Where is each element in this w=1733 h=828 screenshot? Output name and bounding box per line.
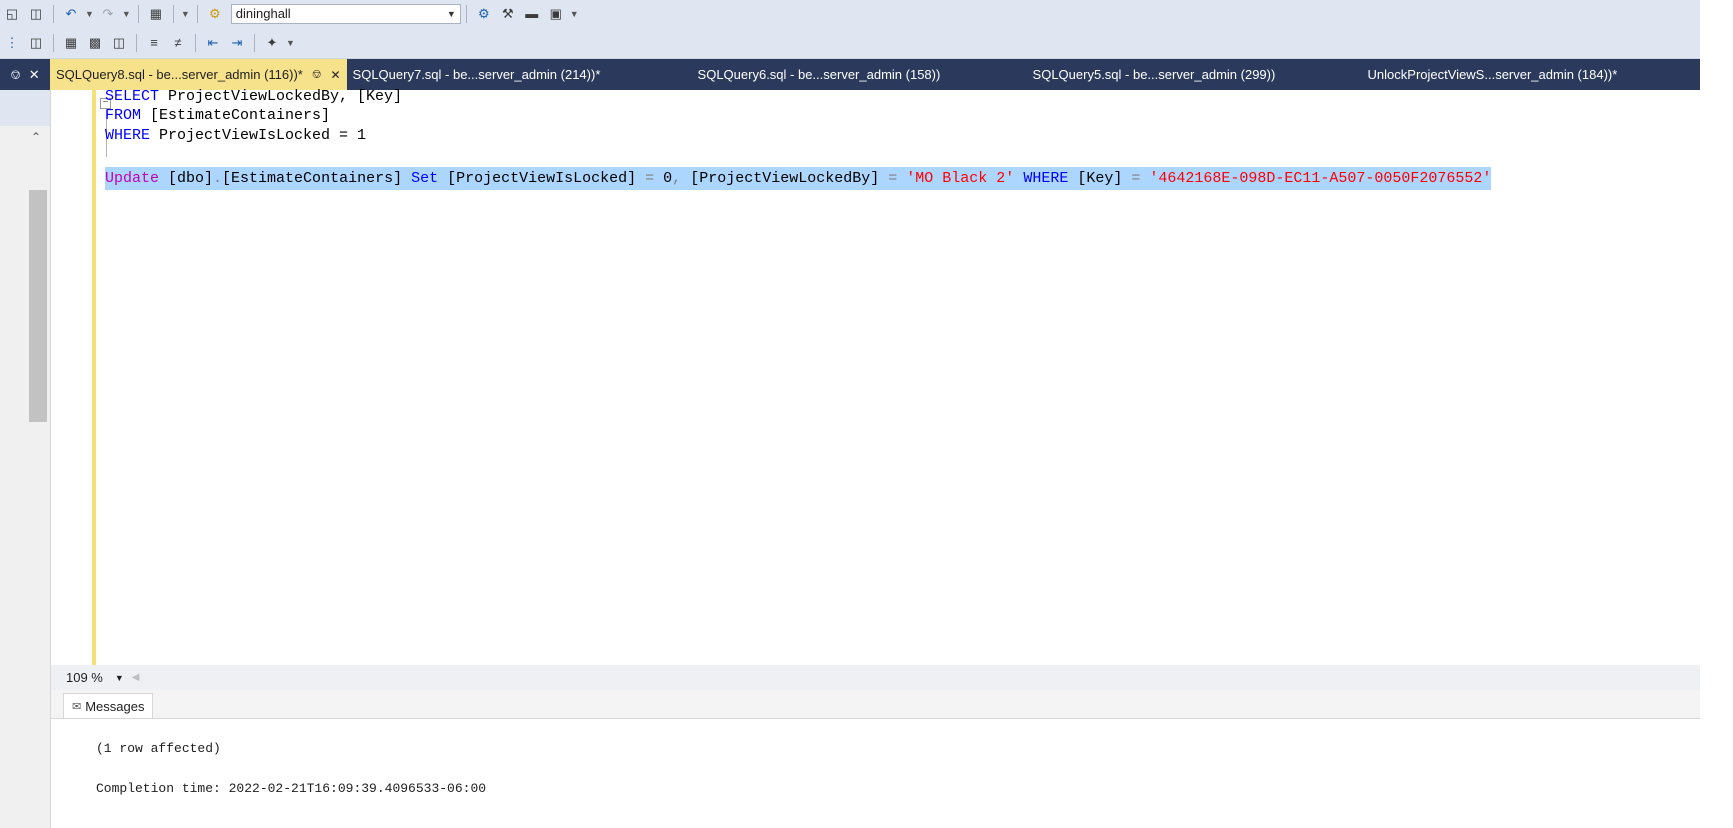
specify-values-icon[interactable]: ✦ — [262, 33, 282, 53]
query-editor[interactable]: − SELECT ProjectViewLockedBy, [Key] FROM… — [51, 88, 1700, 665]
database-select-value: dininghall — [235, 6, 291, 21]
redo-icon[interactable]: ↷ — [98, 4, 118, 24]
sql-text: ProjectViewIsLocked = 1 — [150, 127, 367, 144]
toolbar-separator — [465, 4, 467, 23]
message-line: (1 row affected) — [96, 741, 221, 756]
sql-keyword: WHERE — [1023, 170, 1069, 187]
zoom-level[interactable]: 109 % — [66, 670, 103, 685]
display-plan-icon[interactable]: ⚙ — [474, 4, 494, 24]
sql-keyword: SELECT — [105, 88, 160, 105]
toolbar-separator — [195, 33, 196, 52]
tab-label: SQLQuery5.sql - be...server_admin (299)) — [1032, 67, 1276, 82]
results-tab-strip: ✉ Messages — [51, 690, 1700, 719]
tab-sqlquery6[interactable]: SQLQuery6.sql - be...server_admin (158)) — [692, 59, 1027, 90]
sql-text: ProjectViewLockedBy, [Key] — [159, 88, 403, 105]
chevron-down-icon[interactable]: ▼ — [115, 673, 124, 683]
sql-operator: = — [888, 170, 898, 187]
code-line-3: WHERE ProjectViewIsLocked = 1 — [105, 124, 366, 147]
toolbar-separator — [53, 33, 54, 52]
restore-window-icon[interactable]: ◫ — [26, 4, 46, 24]
change-connection-icon[interactable]: ◫ — [26, 33, 46, 53]
sql-operator: . — [213, 170, 223, 187]
tab-label: Messages — [85, 698, 145, 714]
sql-text: [dbo] — [159, 170, 214, 187]
sql-operator: = — [1131, 170, 1141, 187]
close-icon[interactable]: ✕ — [330, 68, 340, 82]
results-to-text-icon[interactable]: ▦ — [61, 33, 81, 53]
toolbar-query: ⋮ ◫ ▦ ▩ ◫ ≡ ≠ ⇤ ⇥ ✦ ▼ — [0, 27, 1700, 59]
sql-text: [EstimateContainers] — [222, 170, 412, 187]
pin-icon[interactable]: ⎊ — [312, 67, 322, 82]
tool-window-controls: ⎊ ✕ — [0, 59, 50, 90]
redo-dropdown-icon[interactable]: ▼ — [122, 9, 131, 19]
chevron-up-icon[interactable]: ⌃ — [31, 130, 41, 144]
tab-unlockprojectview[interactable]: UnlockProjectViewS...server_admin (184))… — [1362, 59, 1624, 90]
uncomment-lines-icon[interactable]: ≠ — [168, 33, 188, 53]
toolbar-separator — [254, 33, 255, 52]
tab-label: SQLQuery8.sql - be...server_admin (116))… — [56, 67, 303, 82]
undo-icon[interactable]: ↶ — [61, 4, 81, 24]
tab-label: SQLQuery6.sql - be...server_admin (158)) — [697, 67, 941, 82]
results-to-grid-icon[interactable]: ▩ — [85, 33, 105, 53]
sql-keyword: FROM — [105, 107, 142, 124]
database-icon: ⚙ — [208, 5, 221, 21]
tab-label: UnlockProjectViewS...server_admin (184))… — [1367, 67, 1618, 82]
code-line-5: Update [dbo].[EstimateContainers] Set [P… — [105, 167, 1492, 190]
sql-text: [ProjectViewLockedBy] — [681, 170, 889, 187]
tab-label: SQLQuery7.sql - be...server_admin (214))… — [352, 67, 601, 82]
editor-status-bar: 109 % ▼ ◀ — [51, 665, 1700, 690]
sql-text: [ProjectViewIsLocked] — [438, 170, 646, 187]
toolbar-overflow-icon[interactable]: ▼ — [570, 9, 579, 19]
toolbar-separator — [136, 33, 137, 52]
messages-pane[interactable]: (1 row affected) Completion time: 2022-0… — [51, 719, 1700, 828]
toolbar-separator — [137, 4, 139, 23]
toolbar-separator — [53, 4, 54, 23]
tab-sqlquery5[interactable]: SQLQuery5.sql - be...server_admin (299)) — [1027, 59, 1362, 90]
change-tracking-margin — [92, 90, 96, 665]
sql-string: '4642168E-098D-EC11-A507-0050F2076552' — [1149, 170, 1492, 187]
sql-string: 'MO Black 2' — [906, 170, 1015, 187]
object-explorer-edge: ⌃ — [0, 90, 51, 828]
window-icon[interactable]: ▣ — [546, 4, 566, 24]
results-to-file-icon[interactable]: ◫ — [109, 33, 129, 53]
toolbar-top: ◱ ◫ ↶ ▼ ↷ ▼ ▦ ▼ ⚙ dininghall ▼ ⚙ ⚒ ▬ ▣ ▼ — [0, 0, 1700, 27]
results-icon[interactable]: ▦ — [146, 4, 166, 24]
message-line: Completion time: 2022-02-21T16:09:39.409… — [96, 781, 487, 796]
messages-icon: ✉ — [72, 700, 82, 713]
chevron-down-icon[interactable]: ▼ — [447, 9, 456, 19]
increase-indent-icon[interactable]: ⇥ — [227, 33, 247, 53]
new-window-icon[interactable]: ◱ — [2, 4, 22, 24]
sql-text: 0 — [654, 170, 673, 187]
toolbar-dropdown-icon[interactable]: ▼ — [181, 9, 190, 19]
toolbar-separator — [196, 4, 198, 23]
comment-lines-icon[interactable]: ≡ — [144, 33, 164, 53]
sql-operator: , — [672, 170, 682, 187]
sql-keyword: WHERE — [105, 127, 151, 144]
pin-icon[interactable]: ⎊ — [10, 67, 20, 83]
toolbar-overflow-icon[interactable]: ▼ — [286, 38, 295, 48]
object-explorer-scrollbar[interactable] — [29, 190, 47, 422]
connect-icon[interactable]: ⋮ — [2, 33, 22, 53]
tab-messages[interactable]: ✉ Messages — [63, 693, 154, 718]
scroll-left-icon[interactable]: ◀ — [132, 672, 140, 683]
database-select[interactable]: dininghall ▼ — [230, 3, 461, 24]
decrease-indent-icon[interactable]: ⇤ — [203, 33, 223, 53]
sql-keyword: Set — [411, 170, 439, 187]
close-icon[interactable]: ✕ — [29, 67, 40, 83]
toolbar-separator — [172, 4, 174, 23]
comment-icon[interactable]: ▬ — [522, 4, 542, 24]
sql-text: [EstimateContainers] — [141, 107, 331, 124]
sql-operator: = — [645, 170, 655, 187]
wrench-icon[interactable]: ⚒ — [498, 4, 518, 24]
object-explorer-header — [0, 90, 50, 126]
sql-text: [Key] — [1068, 170, 1132, 187]
undo-dropdown-icon[interactable]: ▼ — [85, 9, 94, 19]
sql-keyword: Update — [105, 170, 160, 187]
